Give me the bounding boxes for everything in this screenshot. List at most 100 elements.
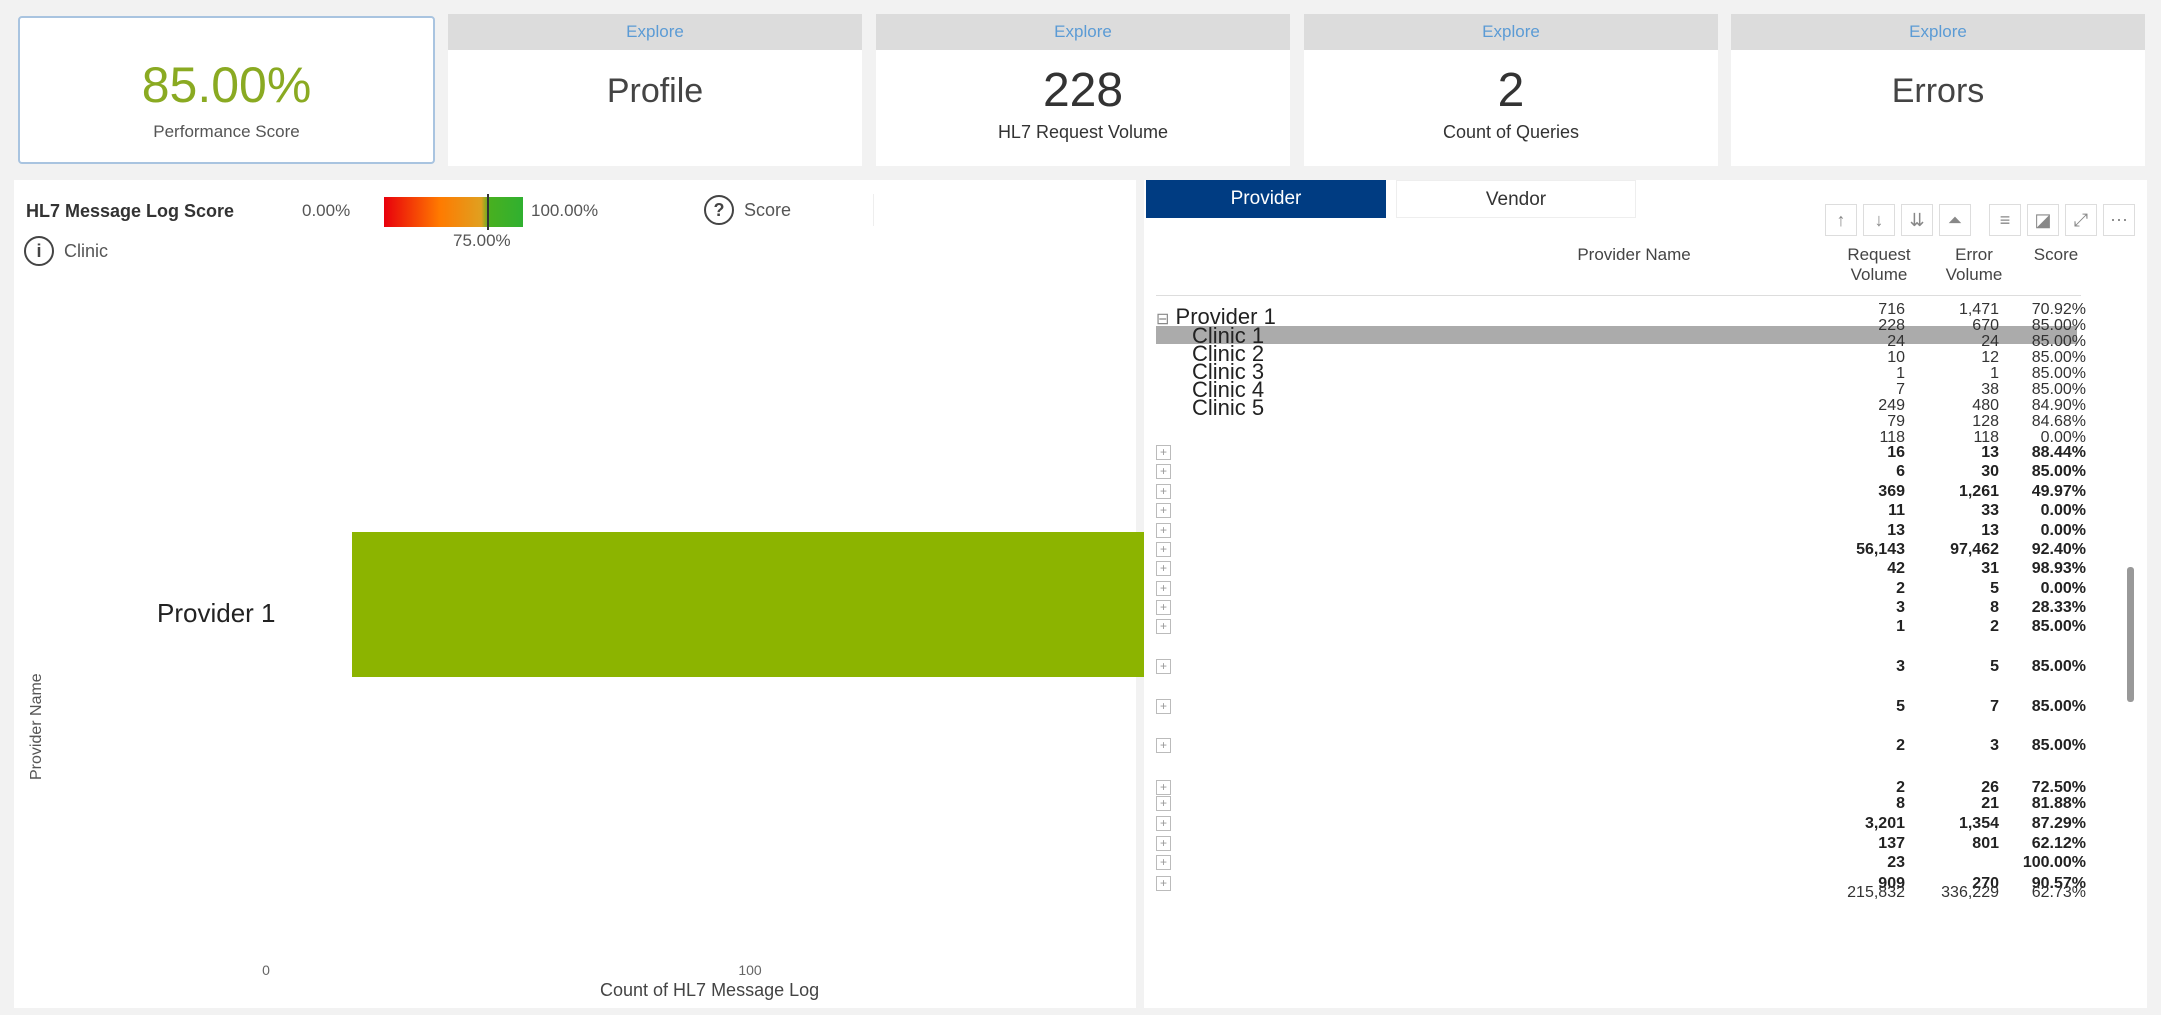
- queries-count-label: Count of Queries: [1442, 122, 1580, 142]
- expand-row-icon[interactable]: +: [1156, 503, 1171, 518]
- score-help-button[interactable]: ? Score: [704, 194, 874, 226]
- column-header-request-volume[interactable]: Request Volume: [1844, 245, 1914, 285]
- expand-row-icon[interactable]: +: [1156, 659, 1171, 674]
- error-volume-cell: 31: [1981, 560, 1999, 577]
- request-volume-cell: 3: [1896, 658, 1905, 675]
- expand-row-icon[interactable]: +: [1156, 816, 1171, 831]
- legend-target-label: 75.00%: [453, 231, 511, 250]
- filter-icon[interactable]: ≡: [1989, 204, 2021, 236]
- error-volume-cell: 336,229: [1941, 884, 1999, 901]
- score-cell: 0.00%: [2040, 580, 2086, 597]
- expand-row-icon[interactable]: +: [1156, 581, 1171, 596]
- error-volume-cell: 33: [1981, 502, 1999, 519]
- legend-max-label: 100.00%: [531, 201, 599, 220]
- expand-row-icon[interactable]: +: [1156, 780, 1171, 795]
- request-volume-cell: 3: [1896, 599, 1905, 616]
- category-label: Provider 1: [157, 598, 276, 628]
- score-cell: 0.00%: [2040, 502, 2086, 519]
- score-cell: 98.93%: [2031, 560, 2086, 577]
- error-volume-cell: 13: [1981, 444, 1999, 461]
- legend-title: HL7 Message Log Score: [26, 201, 235, 221]
- tree-item-clinic[interactable]: Clinic 5: [1192, 396, 1264, 419]
- queries-card: Explore 2 Count of Queries: [1304, 14, 1718, 166]
- header-line: Request: [1847, 245, 1911, 264]
- column-header-error-volume[interactable]: Error Volume: [1939, 245, 2009, 285]
- focus-mode-icon[interactable]: ◪: [2027, 204, 2059, 236]
- vertical-scrollbar[interactable]: [2127, 567, 2134, 702]
- x-tick-label: 0: [262, 962, 270, 978]
- drill-up-icon[interactable]: ⏶: [1939, 204, 1971, 236]
- selected-row-highlight: [1156, 326, 2077, 344]
- request-volume-cell: 2: [1896, 737, 1905, 754]
- error-volume-cell: 13: [1981, 522, 1999, 539]
- score-gradient-legend: [384, 197, 523, 227]
- expand-row-icon[interactable]: +: [1156, 619, 1171, 634]
- profile-card: Explore Profile: [448, 14, 862, 166]
- tab-bar: Provider Vendor: [1146, 180, 1636, 218]
- expand-row-icon[interactable]: +: [1156, 699, 1171, 714]
- clinic-info-label: Clinic: [64, 240, 109, 261]
- score-cell: 85.00%: [2031, 698, 2086, 715]
- explore-button[interactable]: Explore: [876, 14, 1290, 50]
- request-volume-cell: 23: [1887, 854, 1905, 871]
- score-cell: 62.73%: [2031, 884, 2086, 901]
- expand-row-icon[interactable]: +: [1156, 876, 1171, 891]
- y-axis-title: Provider Name: [28, 673, 45, 780]
- chart-panel: HL7 Message Log Score 0.00% 100.00% 75.0…: [14, 180, 1456, 1008]
- score-cell: 85.00%: [2031, 618, 2086, 635]
- more-options-icon[interactable]: ⋯: [2103, 204, 2135, 236]
- tab-vendor[interactable]: Vendor: [1396, 180, 1636, 218]
- error-volume-cell: 3: [1990, 737, 1999, 754]
- explore-button[interactable]: Explore: [1731, 14, 2145, 50]
- column-header-provider-name[interactable]: Provider Name: [1374, 245, 1894, 265]
- request-volume-value: 228: [1042, 64, 1124, 117]
- expand-row-icon[interactable]: +: [1156, 523, 1171, 538]
- tab-provider[interactable]: Provider: [1146, 180, 1386, 218]
- legend-target-marker: [487, 194, 489, 230]
- expand-row-icon[interactable]: +: [1156, 600, 1171, 615]
- error-volume-cell: 30: [1981, 463, 1999, 480]
- expand-row-icon[interactable]: +: [1156, 796, 1171, 811]
- expand-row-icon[interactable]: +: [1156, 484, 1171, 499]
- request-volume-cell: 16: [1887, 444, 1905, 461]
- sort-ascending-icon[interactable]: ↑: [1825, 204, 1857, 236]
- sort-descending-icon[interactable]: ↓: [1863, 204, 1895, 236]
- explore-button[interactable]: Explore: [1304, 14, 1718, 50]
- error-volume-cell: 7: [1990, 698, 1999, 715]
- request-volume-cell: 8: [1896, 795, 1905, 812]
- column-header-score[interactable]: Score: [2026, 245, 2086, 265]
- performance-score-card[interactable]: 85.00% Performance Score: [18, 16, 435, 164]
- expand-row-icon[interactable]: +: [1156, 836, 1171, 851]
- request-volume-card: Explore 228 HL7 Request Volume: [876, 14, 1290, 166]
- score-cell: 49.97%: [2031, 483, 2086, 500]
- expand-row-icon[interactable]: +: [1156, 445, 1171, 460]
- request-volume-cell: 42: [1887, 560, 1905, 577]
- expand-row-icon[interactable]: +: [1156, 855, 1171, 870]
- error-volume-cell: 5: [1990, 580, 1999, 597]
- expand-row-icon[interactable]: +: [1156, 738, 1171, 753]
- collapse-icon[interactable]: ⊟: [1156, 311, 1169, 328]
- x-axis-title: Count of HL7 Message Log: [600, 980, 820, 1000]
- explore-button[interactable]: Explore: [448, 14, 862, 50]
- error-volume-cell: 2: [1990, 618, 1999, 635]
- expand-row-icon[interactable]: +: [1156, 542, 1171, 557]
- performance-score-label: Performance Score: [153, 122, 300, 141]
- expand-row-icon[interactable]: +: [1156, 464, 1171, 479]
- errors-card: Explore Errors: [1731, 14, 2145, 166]
- header-line: Volume: [1850, 265, 1908, 284]
- score-cell: 0.00%: [2040, 522, 2086, 539]
- clinic-info-button[interactable]: i Clinic: [24, 236, 108, 266]
- request-volume-cell: 1: [1896, 618, 1905, 635]
- legend-min-label: 0.00%: [302, 201, 351, 220]
- expand-row-icon[interactable]: +: [1156, 561, 1171, 576]
- queries-count-value: 2: [1497, 64, 1525, 117]
- x-tick-label: 100: [738, 962, 762, 978]
- expand-all-icon[interactable]: ⇊: [1901, 204, 1933, 236]
- request-volume-cell: 215,832: [1847, 884, 1905, 901]
- error-volume-cell: 8: [1990, 599, 1999, 616]
- score-help-label: Score: [744, 199, 792, 220]
- score-cell: 85.00%: [2031, 737, 2086, 754]
- error-volume-cell: 5: [1990, 658, 1999, 675]
- expand-icon[interactable]: ⤢: [2065, 204, 2097, 236]
- request-volume-cell: 56,143: [1856, 541, 1905, 558]
